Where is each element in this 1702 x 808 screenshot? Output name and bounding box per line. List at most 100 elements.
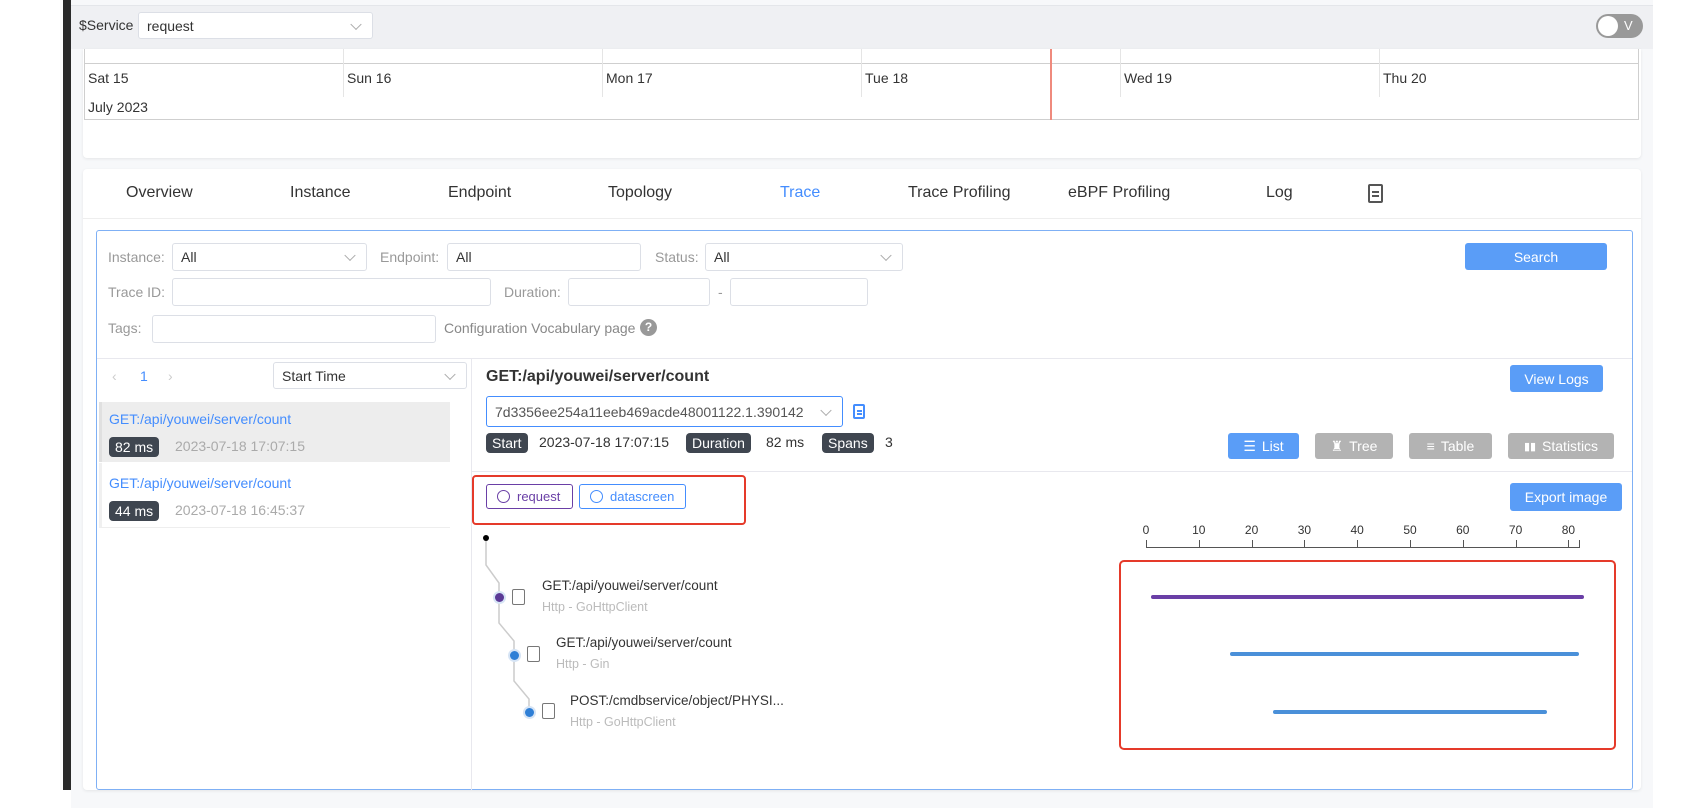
list-icon: ☰ <box>1243 437 1256 454</box>
toggle-knob <box>1598 16 1618 36</box>
axis-tick-label: 0 <box>1142 523 1150 537</box>
trace-item-title[interactable]: GET:/api/youwei/server/count <box>109 475 291 491</box>
time-axis-line <box>1146 547 1580 548</box>
help-icon[interactable]: ? <box>640 319 657 336</box>
span-component: Http - GoHttpClient <box>542 600 648 614</box>
axis-tick-label: 30 <box>1297 523 1312 537</box>
start-badge: Start <box>486 433 528 453</box>
instance-select[interactable]: All <box>172 243 367 271</box>
span-component: Http - Gin <box>556 657 610 671</box>
endpoint-value: All <box>456 249 472 265</box>
next-page-icon[interactable]: › <box>168 368 173 384</box>
axis-tick <box>1410 540 1411 547</box>
status-select[interactable]: All <box>705 243 903 271</box>
view-table-button[interactable]: ≡ Table <box>1409 433 1492 459</box>
spans-badge: Spans <box>822 433 874 453</box>
tab-log[interactable]: Log <box>1266 184 1293 202</box>
span-node-dot <box>525 708 534 717</box>
visual-toggle[interactable]: V <box>1596 14 1643 38</box>
status-label: Status: <box>655 249 699 265</box>
calendar-gridline <box>861 49 862 97</box>
copy-config-icon[interactable] <box>1368 184 1383 203</box>
view-list-button[interactable]: ☰ List <box>1228 433 1299 459</box>
search-button[interactable]: Search <box>1465 243 1607 270</box>
calendar-day[interactable]: Tue 18 <box>865 70 908 86</box>
sort-select[interactable]: Start Time <box>273 362 467 389</box>
calendar-day[interactable]: Thu 20 <box>1383 70 1427 86</box>
calendar-day[interactable]: Sun 16 <box>347 70 391 86</box>
service-filter-request[interactable]: request <box>486 484 573 509</box>
status-value: All <box>714 249 730 265</box>
copy-trace-id-icon[interactable] <box>853 404 865 419</box>
tab-trace[interactable]: Trace <box>780 184 820 202</box>
export-image-button[interactable]: Export image <box>1510 483 1622 511</box>
trace-id-select[interactable]: 7d3356ee254a11eeb469acde48001122.1.39014… <box>486 396 843 427</box>
bar-chart-icon: ▮▮ <box>1523 440 1537 453</box>
circle-icon <box>590 490 603 503</box>
chevron-down-icon <box>820 404 832 416</box>
axis-tick-label: 80 <box>1561 523 1576 537</box>
axis-tick-label: 40 <box>1350 523 1364 537</box>
calendar-day[interactable]: Mon 17 <box>606 70 653 86</box>
axis-tick-label: 60 <box>1456 523 1470 537</box>
calendar-day[interactable]: Sat 15 <box>88 70 128 86</box>
duration-max-input[interactable] <box>730 278 868 306</box>
tab-ebpf-profiling[interactable]: eBPF Profiling <box>1068 184 1170 202</box>
pagination: ‹ 1 › <box>102 363 187 390</box>
duration-min-input[interactable] <box>568 278 710 306</box>
highlight-box-timeline <box>1119 560 1616 750</box>
axis-tick <box>1357 540 1359 547</box>
duration-value: 82 ms <box>766 434 805 450</box>
entry-icon <box>527 646 540 662</box>
endpoint-input[interactable]: All <box>447 243 641 271</box>
tab-instance[interactable]: Instance <box>290 184 350 202</box>
span-name[interactable]: GET:/api/youwei/server/count <box>556 635 732 650</box>
trace-item-time: 2023-07-18 17:07:15 <box>175 438 305 454</box>
trace-item-time: 2023-07-18 16:45:37 <box>175 502 305 518</box>
trace-title: GET:/api/youwei/server/count <box>486 368 710 385</box>
duration-badge: Duration <box>686 433 751 453</box>
view-statistics-button[interactable]: ▮▮ Statistics <box>1508 433 1614 459</box>
trace-item-duration: 44 ms <box>109 501 160 521</box>
chevron-down-icon <box>444 368 456 380</box>
prev-page-icon[interactable]: ‹ <box>112 368 117 384</box>
filters-divider <box>97 358 1632 359</box>
axis-tick <box>1146 540 1147 547</box>
trace-id-value: 7d3356ee254a11eeb469acde48001122.1.39014… <box>495 403 804 420</box>
service-select[interactable]: request <box>138 12 373 39</box>
calendar-gridline <box>1120 49 1121 97</box>
exit-icon <box>542 703 555 719</box>
current-page[interactable]: 1 <box>140 368 148 384</box>
span-tree-connectors <box>485 539 530 712</box>
service-value: request <box>147 17 194 34</box>
tab-endpoint[interactable]: Endpoint <box>448 184 511 202</box>
list-divider <box>471 358 472 790</box>
view-statistics-label: Statistics <box>1542 438 1599 454</box>
service-filter-datascreen[interactable]: datascreen <box>579 484 686 509</box>
span-name[interactable]: POST:/cmdbservice/object/PHYSI... <box>570 693 784 708</box>
tab-overview[interactable]: Overview <box>126 184 193 202</box>
exit-icon <box>512 589 525 605</box>
chevron-down-icon <box>880 249 892 262</box>
view-tree-button[interactable]: ♜ Tree <box>1315 433 1393 459</box>
view-logs-button[interactable]: View Logs <box>1510 365 1603 392</box>
table-icon: ≡ <box>1426 438 1435 454</box>
calendar-day[interactable]: Wed 19 <box>1124 70 1172 86</box>
axis-tick <box>1198 540 1200 547</box>
vocabulary-link[interactable]: Configuration Vocabulary page <box>444 320 635 336</box>
tags-input[interactable] <box>152 315 436 343</box>
axis-tick-label: 70 <box>1508 523 1523 537</box>
instance-value: All <box>181 249 197 265</box>
tab-trace-profiling[interactable]: Trace Profiling <box>908 184 1011 202</box>
axis-tick-label: 20 <box>1244 523 1259 537</box>
trace-item-title[interactable]: GET:/api/youwei/server/count <box>109 411 291 427</box>
left-edge-bar <box>63 0 71 790</box>
axis-tick-label: 10 <box>1192 523 1206 537</box>
calendar-gridline <box>602 49 603 97</box>
traceid-input[interactable] <box>172 278 491 306</box>
endpoint-label: Endpoint: <box>380 249 440 265</box>
span-name[interactable]: GET:/api/youwei/server/count <box>542 578 718 593</box>
tab-topology[interactable]: Topology <box>608 184 672 202</box>
tags-label: Tags: <box>108 320 142 336</box>
spans-value: 3 <box>885 434 893 450</box>
